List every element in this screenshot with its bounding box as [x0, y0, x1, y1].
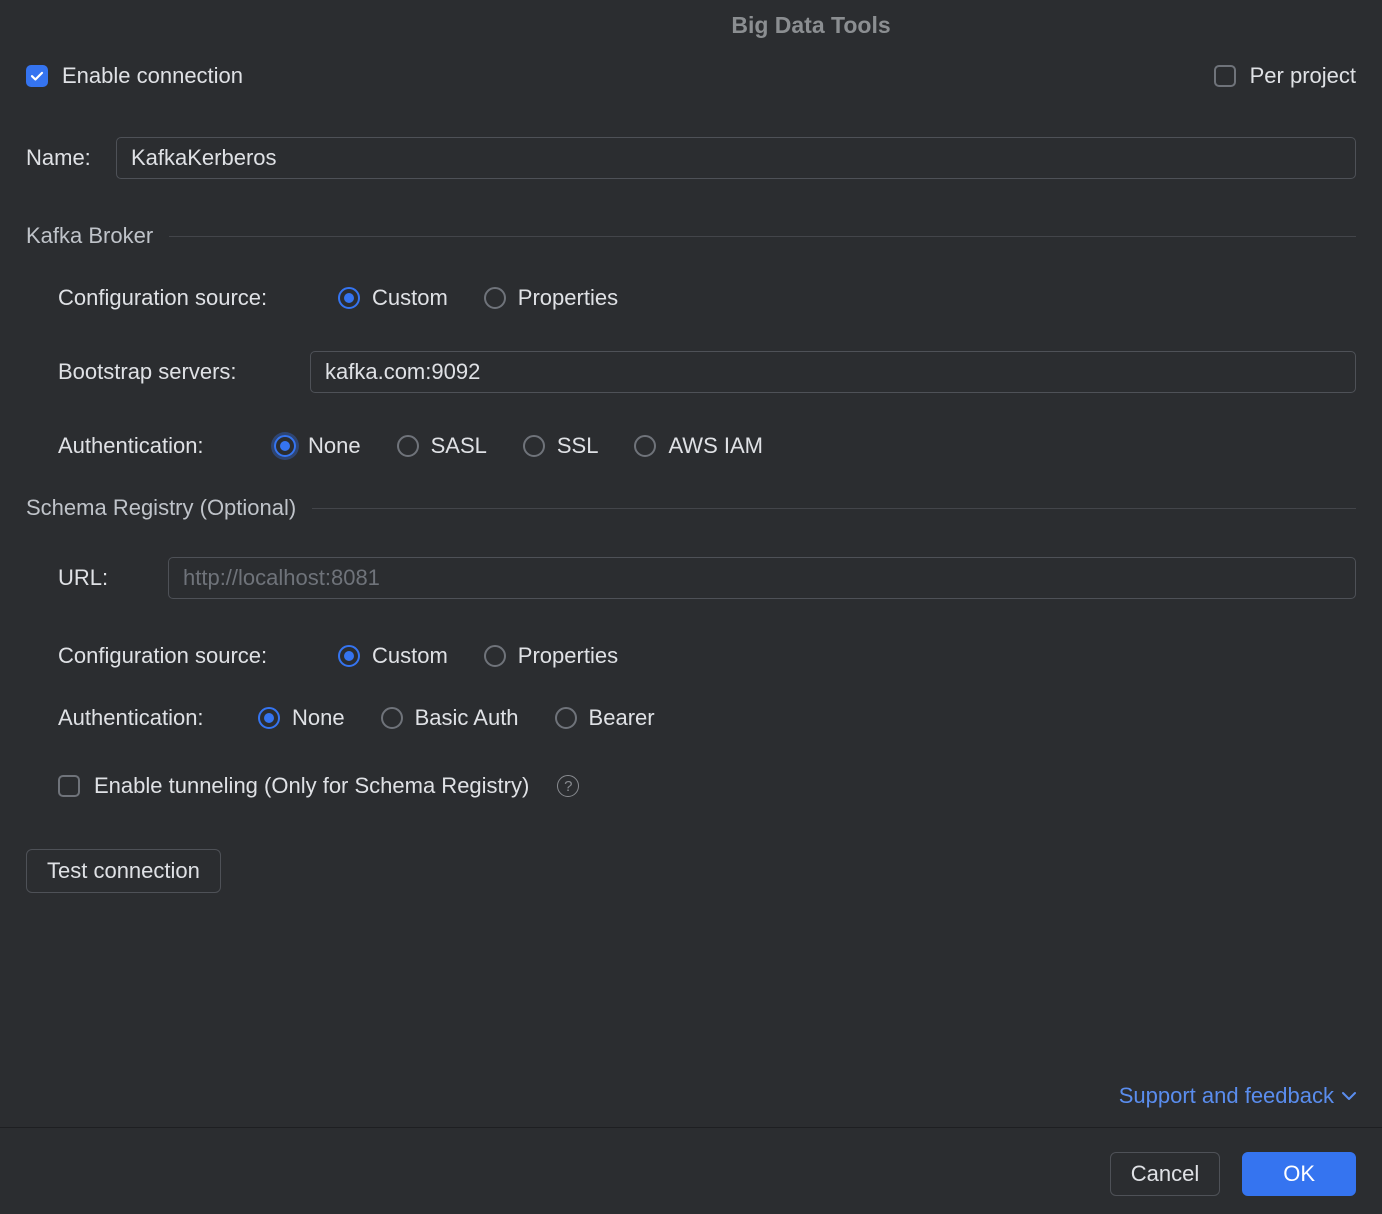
radio-label: Custom	[372, 285, 448, 311]
radio-icon	[397, 435, 419, 457]
checkmark-icon	[29, 68, 45, 84]
kb-bootstrap-input[interactable]	[310, 351, 1356, 393]
radio-label: AWS IAM	[668, 433, 763, 459]
kb-auth-label: Authentication:	[58, 433, 274, 459]
kb-config-source-properties[interactable]: Properties	[484, 285, 618, 311]
radio-label: Basic Auth	[415, 705, 519, 731]
kb-auth-ssl[interactable]: SSL	[523, 433, 599, 459]
sr-tunneling-row[interactable]: Enable tunneling (Only for Schema Regist…	[58, 773, 1356, 799]
support-feedback-link[interactable]: Support and feedback	[1119, 1083, 1356, 1109]
kafka-broker-section: Kafka Broker Configuration source: Custo…	[26, 223, 1356, 459]
sr-config-source-custom[interactable]: Custom	[338, 643, 448, 669]
kb-config-source-custom[interactable]: Custom	[338, 285, 448, 311]
name-input[interactable]	[116, 137, 1356, 179]
radio-label: None	[308, 433, 361, 459]
support-feedback-label: Support and feedback	[1119, 1083, 1334, 1109]
sr-url-input[interactable]	[168, 557, 1356, 599]
schema-registry-section: Schema Registry (Optional) URL: Configur…	[26, 495, 1356, 829]
sr-auth-bearer[interactable]: Bearer	[555, 705, 655, 731]
name-row: Name:	[26, 137, 1356, 179]
schema-registry-title: Schema Registry (Optional)	[26, 495, 296, 521]
radio-label: Properties	[518, 643, 618, 669]
kb-config-source-group: Custom Properties	[338, 285, 618, 311]
ok-button[interactable]: OK	[1242, 1152, 1356, 1196]
sr-auth-group: None Basic Auth Bearer	[258, 705, 655, 731]
enable-connection-checkbox-row[interactable]: Enable connection	[26, 63, 243, 89]
footer-buttons: Cancel OK	[26, 1128, 1356, 1214]
sr-tunneling-checkbox[interactable]	[58, 775, 80, 797]
kb-auth-none[interactable]: None	[274, 433, 361, 459]
test-connection-button[interactable]: Test connection	[26, 849, 221, 893]
kb-config-source-label: Configuration source:	[58, 285, 338, 311]
per-project-checkbox-row[interactable]: Per project	[1214, 63, 1356, 89]
radio-label: Properties	[518, 285, 618, 311]
radio-label: SSL	[557, 433, 599, 459]
sr-config-source-properties[interactable]: Properties	[484, 643, 618, 669]
sr-auth-basic[interactable]: Basic Auth	[381, 705, 519, 731]
radio-icon	[338, 645, 360, 667]
sr-config-source-label: Configuration source:	[58, 643, 338, 669]
radio-icon	[634, 435, 656, 457]
radio-icon	[484, 287, 506, 309]
radio-icon	[484, 645, 506, 667]
radio-icon	[381, 707, 403, 729]
kb-auth-sasl[interactable]: SASL	[397, 433, 487, 459]
radio-label: None	[292, 705, 345, 731]
radio-label: Custom	[372, 643, 448, 669]
radio-icon	[274, 435, 296, 457]
sr-url-label: URL:	[58, 565, 168, 591]
top-options-row: Enable connection Per project	[26, 63, 1356, 89]
radio-label: Bearer	[589, 705, 655, 731]
radio-icon	[523, 435, 545, 457]
cancel-button[interactable]: Cancel	[1110, 1152, 1220, 1196]
radio-icon	[258, 707, 280, 729]
section-divider	[312, 508, 1356, 509]
chevron-down-icon	[1342, 1091, 1356, 1101]
help-icon[interactable]: ?	[557, 775, 579, 797]
page-title: Big Data Tools	[266, 0, 1356, 63]
per-project-checkbox[interactable]	[1214, 65, 1236, 87]
sr-tunneling-label: Enable tunneling (Only for Schema Regist…	[94, 773, 529, 799]
radio-icon	[338, 287, 360, 309]
section-divider	[169, 236, 1356, 237]
kb-bootstrap-label: Bootstrap servers:	[58, 359, 310, 385]
kb-auth-aws-iam[interactable]: AWS IAM	[634, 433, 763, 459]
sr-auth-label: Authentication:	[58, 705, 258, 731]
kb-auth-group: None SASL SSL AWS IAM	[274, 433, 763, 459]
radio-label: SASL	[431, 433, 487, 459]
sr-config-source-group: Custom Properties	[338, 643, 618, 669]
kafka-broker-title: Kafka Broker	[26, 223, 153, 249]
radio-icon	[555, 707, 577, 729]
enable-connection-checkbox[interactable]	[26, 65, 48, 87]
enable-connection-label: Enable connection	[62, 63, 243, 89]
name-label: Name:	[26, 145, 116, 171]
sr-auth-none[interactable]: None	[258, 705, 345, 731]
per-project-label: Per project	[1250, 63, 1356, 89]
